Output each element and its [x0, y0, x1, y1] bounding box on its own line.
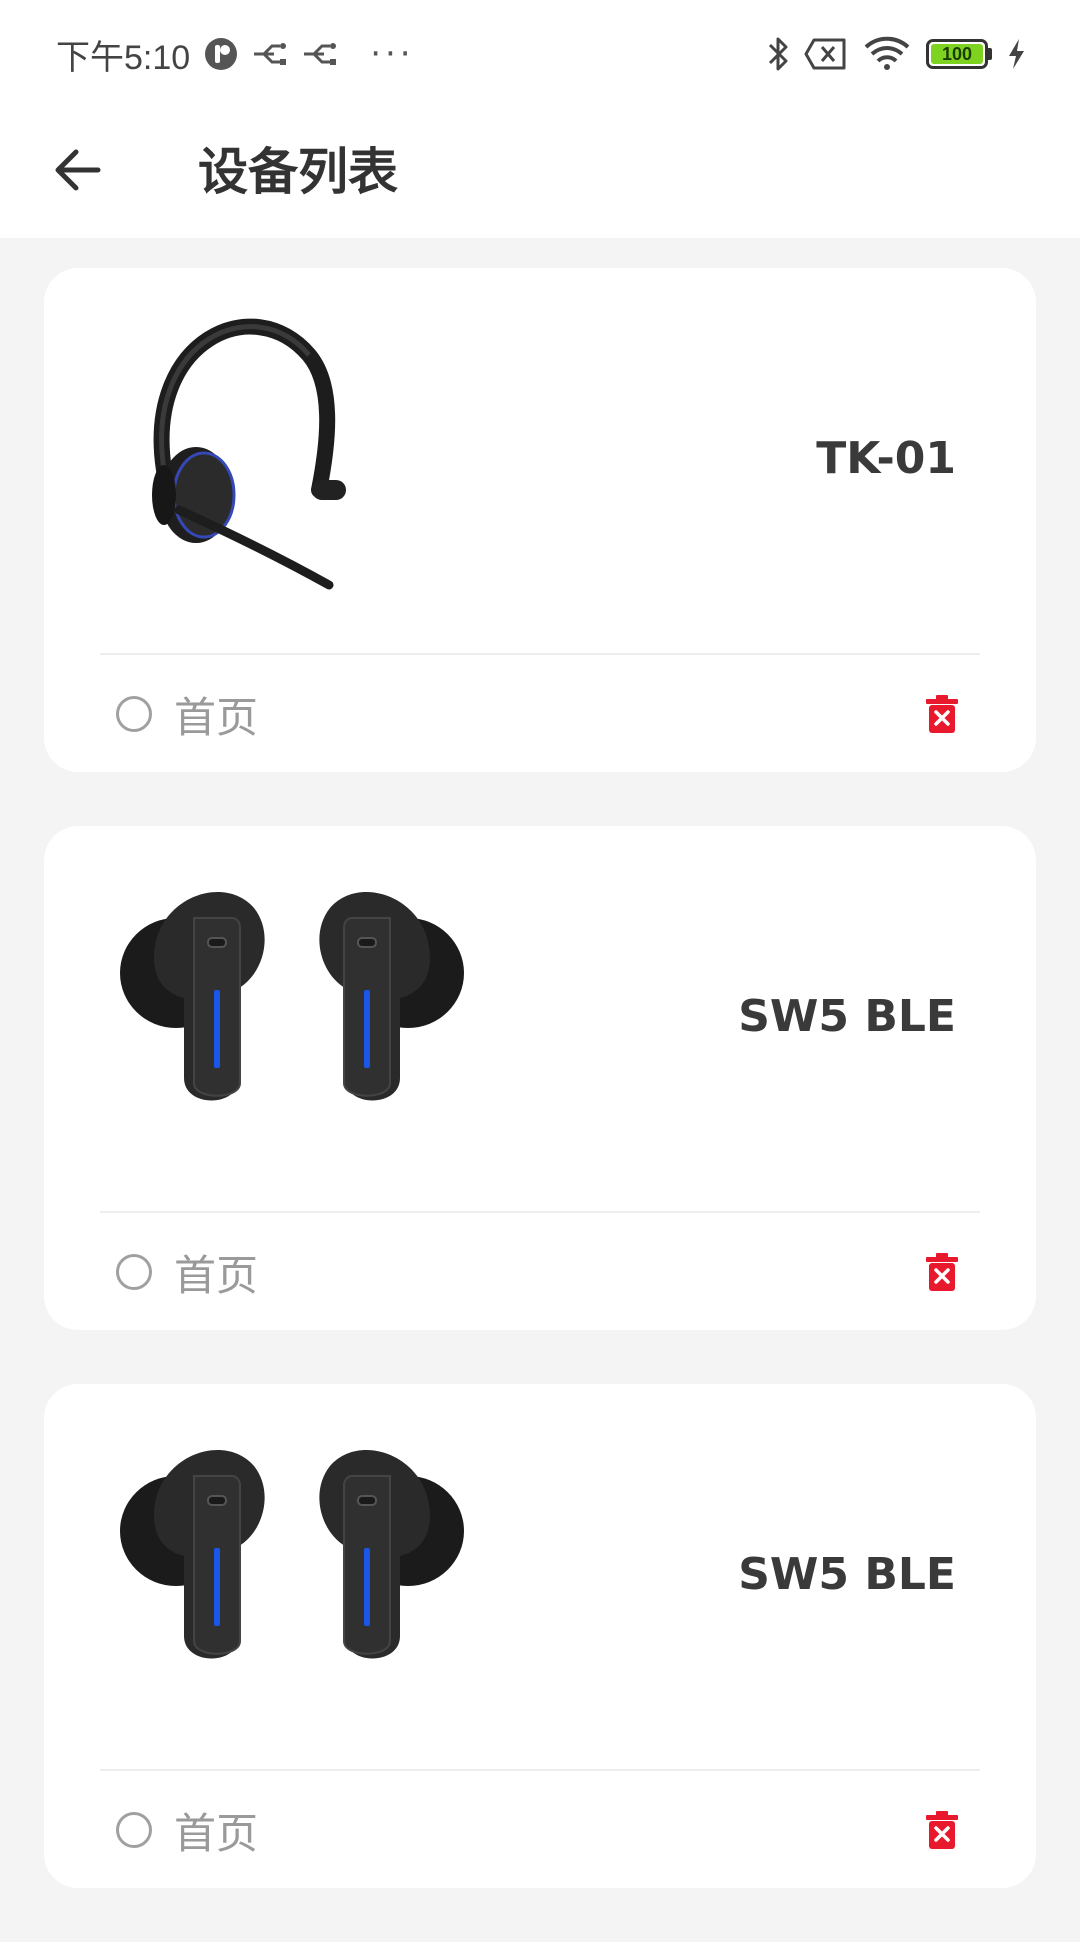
trash-icon — [926, 1811, 958, 1849]
trash-icon — [926, 1253, 958, 1291]
delete-button[interactable] — [920, 1248, 964, 1296]
home-label: 首页 — [174, 1808, 259, 1858]
battery-level: 100 — [931, 44, 983, 64]
delete-button[interactable] — [920, 1806, 964, 1854]
device-card[interactable]: TK-01 首页 — [44, 268, 1036, 772]
home-label: 首页 — [174, 692, 259, 742]
app-notification-icon — [204, 37, 238, 71]
device-name: SW5 BLE — [738, 991, 956, 1042]
device-list: TK-01 首页 SW5 BLE 首页 SW5 BLE 首页 — [44, 268, 1036, 1942]
home-radio[interactable] — [116, 1254, 152, 1290]
bluetooth-icon — [766, 35, 790, 73]
home-radio[interactable] — [116, 1812, 152, 1848]
set-home-option[interactable]: 首页 — [116, 1800, 258, 1861]
delete-button[interactable] — [920, 690, 964, 738]
home-radio[interactable] — [116, 696, 152, 732]
sim-error-icon — [804, 37, 848, 71]
trash-icon — [926, 695, 958, 733]
charging-icon — [1006, 38, 1026, 70]
home-label: 首页 — [174, 1250, 259, 1300]
status-left-group: 下午5:10 ··· — [56, 30, 415, 79]
usb-share-icon — [252, 41, 288, 67]
status-bar: 下午5:10 ··· 100 — [0, 0, 1080, 108]
card-divider — [100, 1211, 980, 1213]
card-footer: 首页 — [116, 1236, 964, 1308]
battery-icon: 100 — [926, 39, 992, 69]
page-title: 设备列表 — [198, 143, 398, 201]
device-name: SW5 BLE — [738, 1549, 956, 1600]
wifi-icon — [862, 35, 912, 73]
usb-share-icon — [302, 41, 338, 67]
status-time: 下午5:10 — [56, 38, 191, 77]
card-divider — [100, 1769, 980, 1771]
device-card[interactable]: SW5 BLE 首页 — [44, 826, 1036, 1330]
set-home-option[interactable]: 首页 — [116, 684, 258, 745]
status-right-group: 100 — [766, 35, 1026, 73]
device-card[interactable]: SW5 BLE 首页 — [44, 1384, 1036, 1888]
earbuds-image — [104, 1416, 484, 1716]
card-footer: 首页 — [116, 678, 964, 750]
more-status-icon: ··· — [370, 34, 415, 74]
card-footer: 首页 — [116, 1794, 964, 1866]
arrow-left-icon — [55, 149, 101, 191]
device-name: TK-01 — [816, 433, 956, 484]
headset-image — [104, 300, 484, 600]
earbuds-image — [104, 858, 484, 1158]
app-bar: 设备列表 — [0, 108, 1080, 238]
back-button[interactable] — [48, 138, 108, 202]
set-home-option[interactable]: 首页 — [116, 1242, 258, 1303]
card-divider — [100, 653, 980, 655]
